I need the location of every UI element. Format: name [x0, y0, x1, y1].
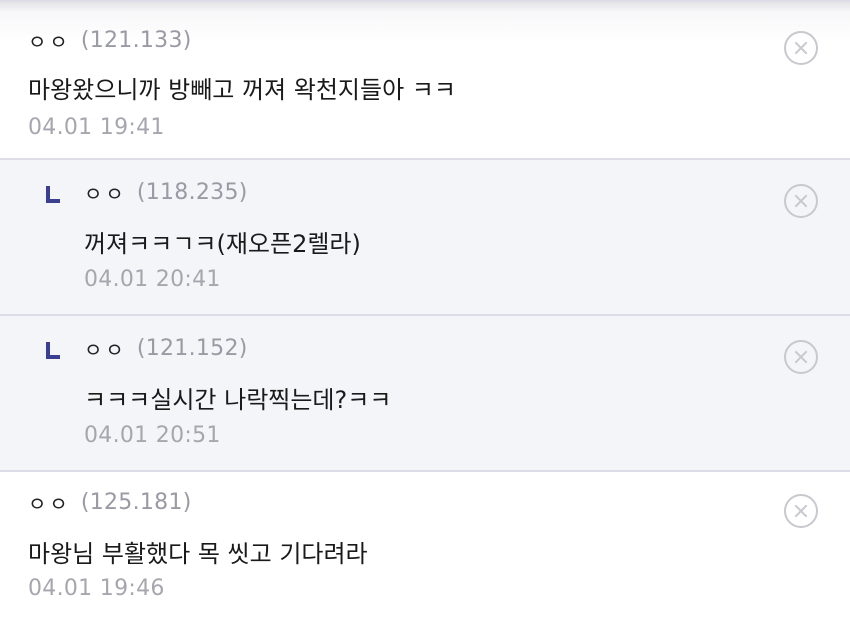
reply-arrow-icon	[46, 341, 60, 359]
comment-ip: (121.152)	[136, 335, 248, 361]
comment-meta: ㅇㅇ (125.181)	[28, 486, 192, 518]
comment-text: 꺼져ㅋㅋㄱㅋ(재오픈2렐라)	[84, 230, 361, 258]
comment-ip: (125.181)	[80, 489, 192, 515]
comment-meta: ㅇㅇ (121.133)	[28, 24, 192, 56]
comment-item: ㅇㅇ (125.181) 마왕님 부활했다 목 씻고 기다려라 04.01 19…	[0, 472, 850, 618]
comment-date: 04.01 20:51	[84, 423, 221, 448]
comment-nickname[interactable]: ㅇㅇ	[28, 488, 71, 517]
comment-meta: ㅇㅇ (118.235)	[46, 176, 248, 208]
comment-meta: ㅇㅇ (121.152)	[46, 332, 248, 364]
reply-item: ㅇㅇ (118.235) 꺼져ㅋㅋㄱㅋ(재오픈2렐라) 04.01 20:41	[0, 160, 850, 316]
comment-date: 04.01 19:46	[28, 576, 165, 601]
comment-date: 04.01 20:41	[84, 267, 221, 292]
comment-text: ㅋㅋㅋ실시간 나락찍는데?ㅋㅋ	[84, 386, 392, 414]
comment-date: 04.01 19:41	[28, 115, 165, 140]
reply-item: ㅇㅇ (121.152) ㅋㅋㅋ실시간 나락찍는데?ㅋㅋ 04.01 20:51	[0, 316, 850, 472]
comment-text: 마왕님 부활했다 목 씻고 기다려라	[28, 540, 368, 568]
comment-ip: (121.133)	[80, 27, 192, 53]
delete-comment-button[interactable]	[784, 340, 818, 374]
delete-comment-button[interactable]	[784, 31, 818, 65]
comment-item: ㅇㅇ (121.133) 마왕왔으니까 방빼고 꺼져 왁천지들아 ㅋㅋ 04.0…	[0, 0, 850, 160]
comment-text: 마왕왔으니까 방빼고 꺼져 왁천지들아 ㅋㅋ	[28, 76, 456, 104]
reply-arrow-icon	[46, 185, 60, 203]
delete-comment-button[interactable]	[784, 184, 818, 218]
comment-nickname[interactable]: ㅇㅇ	[84, 178, 127, 207]
comment-nickname[interactable]: ㅇㅇ	[84, 334, 127, 363]
delete-comment-button[interactable]	[784, 494, 818, 528]
comment-ip: (118.235)	[136, 179, 248, 205]
comment-nickname[interactable]: ㅇㅇ	[28, 26, 71, 55]
